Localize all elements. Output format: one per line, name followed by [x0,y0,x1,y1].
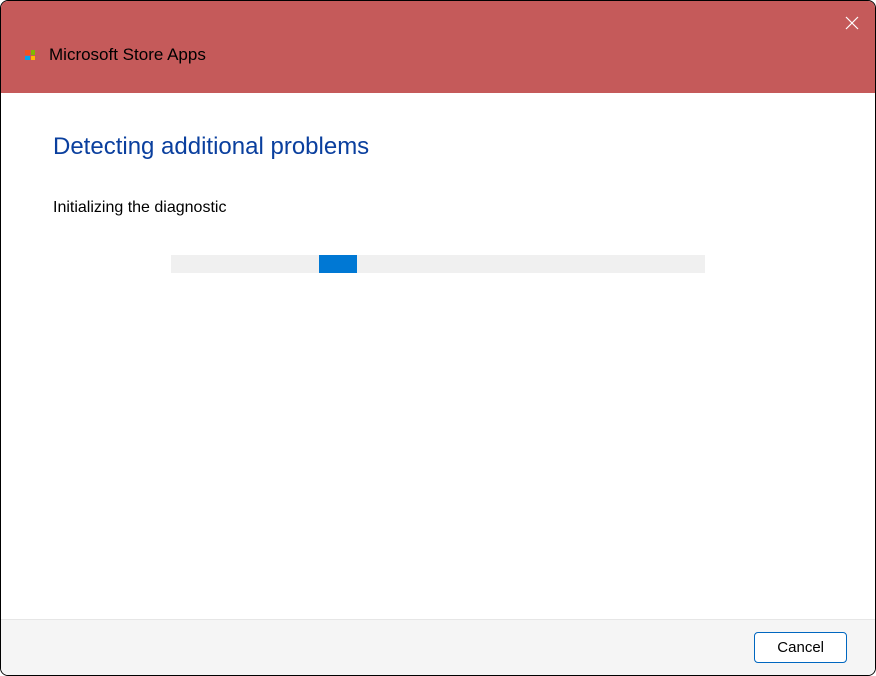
progress-indicator [319,255,357,273]
status-text: Initializing the diagnostic [53,199,823,217]
page-heading: Detecting additional problems [53,133,823,161]
titlebar-title-row: Microsoft Store Apps [1,45,875,79]
cancel-button[interactable]: Cancel [754,632,847,663]
close-icon [845,16,859,30]
app-title: Microsoft Store Apps [49,45,206,65]
close-button[interactable] [829,1,875,45]
titlebar: Microsoft Store Apps [1,1,875,93]
content-area: Detecting additional problems Initializi… [1,93,875,619]
progress-bar [171,255,705,273]
troubleshooter-window: Microsoft Store Apps Detecting additiona… [0,0,876,676]
footer: Cancel [1,619,875,675]
progress-container [53,255,823,273]
store-icon [21,46,39,64]
titlebar-controls [1,1,875,45]
